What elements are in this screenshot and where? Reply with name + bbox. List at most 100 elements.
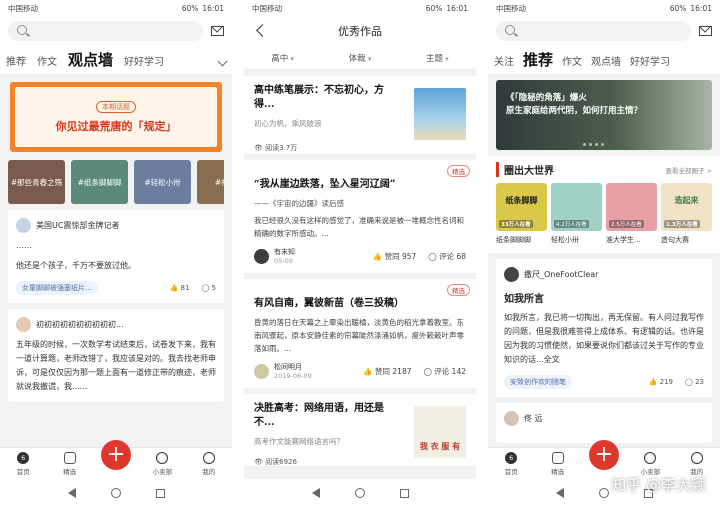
- topic-chip[interactable]: 女童脚脚被强塞纸片...: [16, 281, 98, 295]
- author-name[interactable]: 松间明月: [274, 363, 312, 372]
- nav-me[interactable]: 我的: [194, 452, 224, 476]
- article-thumbnail[interactable]: [414, 88, 466, 140]
- like-count[interactable]: 👍 赞同 957: [373, 251, 416, 262]
- tab-study[interactable]: 好好学习: [124, 53, 164, 68]
- hero-line-1: 《「隐秘的角落」爆火: [506, 93, 587, 103]
- filter-theme[interactable]: 主题: [426, 52, 449, 64]
- topic-banner[interactable]: 本期话题 你见过最荒唐的「规定」: [10, 82, 222, 152]
- mail-icon[interactable]: [211, 26, 224, 36]
- avatar[interactable]: [254, 364, 269, 379]
- hero-banner[interactable]: 《「隐秘的角落」爆火 原生家庭给两代阴，如何打用主情？: [496, 80, 712, 150]
- home-icon: 6: [17, 452, 30, 464]
- comment-count[interactable]: ◯ 评论 142: [424, 366, 466, 377]
- circle-tile[interactable]: 造起来 1.3万人在看 造句大赛: [661, 183, 712, 245]
- home-circle-icon[interactable]: [598, 488, 609, 498]
- tab-viewpoint-wall[interactable]: 观点墙: [68, 52, 113, 68]
- search-input[interactable]: [496, 21, 691, 41]
- article-card[interactable]: 决胜高考：网络用语，用还是不... 高考作文能赛网络语言吗？ 👁 阅读6926 …: [244, 394, 476, 466]
- post-card[interactable]: 美国UC震惊部金牌记者 …… 他还是个孩子，千万不要放过他。 女童脚脚被强塞纸片…: [8, 210, 224, 303]
- filter-genre[interactable]: 体裁: [349, 52, 372, 64]
- search-input[interactable]: [8, 21, 203, 41]
- nav-home[interactable]: 6 首页: [8, 452, 38, 476]
- shop-icon: [644, 452, 657, 464]
- tab-essay[interactable]: 作文: [37, 53, 57, 68]
- back-icon[interactable]: [555, 488, 564, 498]
- status-bar: 中国移动 60% 16:01: [0, 0, 232, 16]
- circle-card[interactable]: #纸条脚脚脚: [71, 160, 128, 204]
- comment-count[interactable]: ◯ 5: [201, 284, 216, 292]
- read-value: 阅读3.7万: [265, 144, 298, 152]
- article-title: “我从崖边跌落，坠入星河辽阔”: [254, 179, 396, 190]
- mail-icon[interactable]: [699, 26, 712, 36]
- search-icon: [17, 25, 27, 35]
- comment-count[interactable]: ◯ 评论 68: [428, 251, 466, 262]
- recents-icon[interactable]: [399, 488, 409, 498]
- author-name[interactable]: 佟 远: [524, 413, 543, 424]
- watermark: 知乎 @李大颖: [611, 476, 706, 494]
- tab-recommend[interactable]: 推荐: [523, 52, 553, 68]
- avatar[interactable]: [16, 218, 31, 233]
- nav-me[interactable]: 我的: [682, 452, 712, 476]
- article-card[interactable]: 高中练笔展示：不忘初心，方得... 初心为帆，乘风破浪 👁 阅读3.7万: [244, 76, 476, 154]
- nav-featured[interactable]: 精选: [543, 452, 573, 476]
- circle-strip: #那些青春之殇 #纸条脚脚脚 #轻松小卅 #社会: [8, 160, 224, 204]
- author-name[interactable]: 有末知: [274, 248, 295, 257]
- post-card[interactable]: 初初初初初初初初初初... 五年级的时候，一次数学考试结束后，试卷发下来，我有一…: [8, 309, 224, 402]
- bottom-nav: 6 首页 精选 + 小卖部 我的: [0, 440, 232, 479]
- author-name[interactable]: 美国UC震惊部金牌记者: [36, 220, 119, 231]
- circle-tile[interactable]: 纸条脚脚 33万人在看 纸条脚脚脚: [496, 183, 547, 245]
- nav-featured[interactable]: 精选: [55, 452, 85, 476]
- tab-study[interactable]: 好好学习: [630, 53, 670, 68]
- article-card[interactable]: 精选 “我从崖边跌落，坠入星河辽阔” ——《宇宙的边疆》读后感 我已经很久没有这…: [244, 160, 476, 273]
- circle-name: 轻松小卅: [551, 236, 579, 244]
- back-arrow-icon[interactable]: [256, 24, 269, 37]
- post-text: 如我所言，我已将一切掏出，再无保留。有人问过我写作的问题，但是我很难答得上成体系…: [504, 313, 704, 364]
- article-thumbnail[interactable]: 我 衣 服 有: [414, 406, 466, 458]
- author-name[interactable]: 撒尺_OneFootClear: [524, 269, 598, 280]
- compose-button[interactable]: +: [588, 440, 619, 470]
- clock: 16:01: [202, 3, 224, 13]
- nav-shop[interactable]: 小卖部: [635, 452, 665, 476]
- comment-count[interactable]: ◯ 23: [685, 378, 704, 386]
- back-icon[interactable]: [67, 488, 76, 498]
- topic-chip[interactable]: 安致创作欢的随笔: [504, 375, 572, 389]
- tab-essay[interactable]: 作文: [562, 53, 582, 68]
- article-title: 决胜高考：网络用语，用还是不...: [254, 403, 384, 428]
- post-card[interactable]: 撒尺_OneFootClear 如我所言 如我所言，我已将一切掏出，再无保留。有…: [496, 259, 712, 397]
- compose-button[interactable]: +: [100, 440, 131, 470]
- circle-card[interactable]: #那些青春之殇: [8, 160, 65, 204]
- back-icon[interactable]: [311, 488, 320, 498]
- nav-shop[interactable]: 小卖部: [147, 452, 177, 476]
- filter-grade[interactable]: 高中: [271, 52, 294, 64]
- nav-home[interactable]: 6 首页: [496, 452, 526, 476]
- tab-recommend[interactable]: 推荐: [6, 53, 26, 68]
- post-date: 05-09: [274, 257, 293, 265]
- like-count[interactable]: 👍 赞同 2187: [363, 366, 411, 377]
- author-name[interactable]: 初初初初初初初初初初...: [36, 319, 124, 330]
- home-circle-icon[interactable]: [354, 488, 365, 498]
- post-text: 他还是个孩子，千万不要放过他。: [16, 261, 136, 270]
- circle-tile[interactable]: 2.5万人在看 准大学生...: [606, 183, 657, 245]
- tab-follow[interactable]: 关注: [494, 53, 514, 68]
- avatar[interactable]: [254, 249, 269, 264]
- home-circle-icon[interactable]: [110, 488, 121, 498]
- circle-card[interactable]: #社会: [197, 160, 224, 204]
- view-all-link[interactable]: 查看全部圈子 >: [665, 165, 712, 175]
- article-card[interactable]: 精选 有风自南，翼彼新苗（卷三投稿） 昏黄的落日在天幕之上晕染出暖橘，淡黄色的稻…: [244, 279, 476, 388]
- circle-card[interactable]: #轻松小卅: [134, 160, 191, 204]
- section-header: 圈出大世界 查看全部圈子 >: [488, 156, 720, 177]
- post-card[interactable]: 佟 远: [496, 403, 712, 443]
- avatar[interactable]: [504, 411, 519, 426]
- avatar[interactable]: [504, 267, 519, 282]
- avatar[interactable]: [16, 317, 31, 332]
- chevron-down-icon[interactable]: [217, 56, 228, 67]
- like-value: 赞同 2187: [375, 367, 412, 376]
- like-count[interactable]: 👍 219: [649, 378, 673, 386]
- tab-viewpoint-wall[interactable]: 观点墙: [591, 53, 621, 68]
- recents-icon[interactable]: [155, 488, 165, 498]
- circle-tile[interactable]: 4.2万人在看 轻松小卅: [551, 183, 602, 245]
- like-count[interactable]: 👍 81: [170, 284, 190, 292]
- user-icon: [202, 452, 215, 464]
- battery: 60%: [181, 3, 199, 13]
- article-excerpt: 昏黄的落日在天幕之上晕染出暖橘，淡黄色的稻光拿着教室。东南风骤起，原本安静佳素的…: [254, 318, 464, 353]
